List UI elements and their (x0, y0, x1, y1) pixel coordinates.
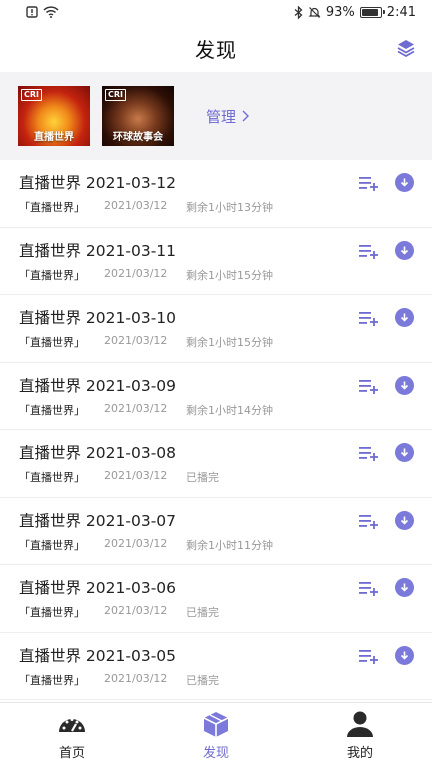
episode-meta: 「直播世界」 2021/03/12 已播完 (19, 469, 219, 485)
episode-source: 「直播世界」 (19, 606, 85, 619)
layers-icon[interactable] (396, 38, 416, 58)
tab-mine[interactable]: 我的 (288, 703, 432, 768)
manage-label: 管理 (206, 107, 237, 126)
notification-alert-icon (26, 6, 38, 18)
subscription-thumb-live-world[interactable]: CRI 直播世界 (18, 86, 90, 146)
episode-source: 「直播世界」 (19, 201, 85, 214)
download-icon[interactable] (395, 578, 414, 597)
subscription-strip: CRI 直播世界 CRI 环球故事会 管理 (0, 72, 432, 160)
add-to-playlist-icon[interactable] (359, 513, 379, 529)
tab-label: 首页 (58, 746, 85, 761)
add-to-playlist-icon[interactable] (359, 648, 379, 664)
person-icon (347, 711, 373, 737)
episode-date: 2021/03/12 (104, 266, 168, 280)
add-to-playlist-icon[interactable] (359, 175, 379, 191)
battery-fill (361, 8, 378, 16)
episode-source: 「直播世界」 (19, 336, 85, 349)
episode-meta: 「直播世界」 2021/03/12 已播完 (19, 604, 219, 620)
episode-title: 直播世界 2021-03-07 (19, 511, 177, 530)
episode-meta: 「直播世界」 2021/03/12 剩余1小时15分钟 (19, 334, 273, 350)
status-right: 93% 2:41 (294, 5, 416, 20)
episode-list: 直播世界 2021-03-12 「直播世界」 2021/03/12 剩余1小时13分… (0, 160, 432, 702)
list-item[interactable]: 直播世界 2021-03-12 「直播世界」 2021/03/12 剩余1小时13分… (0, 160, 432, 228)
list-item[interactable]: 直播世界 2021-03-05 「直播世界」 2021/03/12 已播完 (0, 633, 432, 700)
episode-meta: 「直播世界」 2021/03/12 剩余1小时13分钟 (19, 199, 273, 215)
add-to-playlist-icon[interactable] (359, 243, 379, 259)
episode-title: 直播世界 2021-03-10 (19, 309, 177, 327)
mute-bell-icon (308, 6, 321, 18)
status-bar: 93% 2:41 (0, 0, 432, 24)
list-item[interactable]: 直播世界 2021-03-11 「直播世界」 2021/03/12 剩余1小时15分… (0, 228, 432, 295)
episode-meta: 「直播世界」 2021/03/12 剩余1小时11分钟 (19, 537, 273, 553)
tab-label: 我的 (346, 746, 373, 761)
episode-status: 已播完 (186, 673, 219, 687)
episode-source: 「直播世界」 (19, 471, 85, 484)
episode-meta: 「直播世界」 2021/03/12 已播完 (19, 672, 219, 688)
episode-title: 直播世界 2021-03-06 (19, 579, 177, 597)
cri-logo: CRI (21, 89, 43, 101)
wifi-icon (43, 6, 59, 18)
list-item[interactable]: 直播世界 2021-03-10 「直播世界」 2021/03/12 剩余1小时15分… (0, 295, 432, 363)
download-icon[interactable] (395, 645, 414, 665)
manage-link[interactable]: 管理 (206, 106, 250, 127)
episode-date: 2021/03/12 (104, 469, 168, 482)
episode-title: 直播世界 2021-03-09 (19, 376, 177, 395)
list-item[interactable]: 直播世界 2021-03-08 「直播世界」 2021/03/12 已播完 (0, 430, 432, 498)
download-icon[interactable] (395, 173, 414, 192)
episode-status: 剩余1小时13分钟 (186, 201, 273, 214)
episode-title: 直播世界 2021-03-05 (19, 646, 177, 665)
cube-icon (203, 712, 229, 737)
download-icon[interactable] (395, 240, 414, 260)
add-to-playlist-icon[interactable] (359, 580, 379, 596)
bluetooth-icon (294, 5, 303, 19)
episode-source: 「直播世界」 (19, 268, 85, 282)
download-icon[interactable] (395, 510, 414, 530)
episode-date: 2021/03/12 (104, 536, 168, 550)
episode-title: 直播世界 2021-03-08 (19, 444, 177, 462)
list-item[interactable]: 直播世界 2021-03-06 「直播世界」 2021/03/12 已播完 (0, 565, 432, 633)
battery-icon (359, 6, 385, 18)
dashboard-icon (59, 718, 85, 732)
episode-title: 直播世界 2021-03-12 (19, 174, 177, 192)
add-to-playlist-icon[interactable] (359, 378, 379, 394)
tab-label: 发现 (202, 746, 229, 761)
cri-logo: CRI (105, 89, 127, 101)
episode-date: 2021/03/12 (104, 334, 168, 347)
bottom-tab-bar: 首页 发现 我的 (0, 702, 432, 768)
status-left (26, 6, 59, 18)
episode-date: 2021/03/12 (104, 671, 168, 685)
episode-title: 直播世界 2021-03-11 (19, 241, 177, 260)
episode-meta: 「直播世界」 2021/03/12 剩余1小时15分钟 (19, 267, 273, 283)
episode-source: 「直播世界」 (19, 673, 85, 687)
episode-source: 「直播世界」 (19, 403, 85, 417)
download-icon[interactable] (395, 375, 414, 395)
episode-status: 剩余1小时15分钟 (186, 268, 273, 282)
page-header: 发现 (0, 24, 432, 72)
clock: 2:41 (386, 4, 416, 20)
subscription-caption: 环球故事会 (113, 132, 163, 143)
episode-status: 剩余1小时14分钟 (186, 403, 273, 417)
episode-status: 剩余1小时15分钟 (186, 336, 273, 349)
episode-date: 2021/03/12 (104, 401, 168, 415)
episode-date: 2021/03/12 (104, 199, 168, 212)
episode-status: 已播完 (186, 471, 219, 484)
episode-status: 已播完 (186, 606, 219, 619)
download-icon[interactable] (395, 443, 414, 462)
tab-discover[interactable]: 发现 (144, 703, 288, 768)
add-to-playlist-icon[interactable] (359, 310, 379, 326)
episode-source: 「直播世界」 (19, 538, 85, 552)
add-to-playlist-icon[interactable] (359, 445, 379, 461)
subscription-caption: 直播世界 (34, 132, 74, 143)
list-item[interactable]: 直播世界 2021-03-09 「直播世界」 2021/03/12 剩余1小时14分… (0, 363, 432, 430)
episode-meta: 「直播世界」 2021/03/12 剩余1小时14分钟 (19, 402, 273, 418)
page-title: 发现 (195, 37, 237, 62)
battery-percent: 93% (325, 4, 355, 20)
episode-date: 2021/03/12 (104, 604, 168, 617)
subscription-thumb-story-club[interactable]: CRI 环球故事会 (102, 86, 174, 146)
download-icon[interactable] (395, 308, 414, 327)
chevron-right-icon (242, 110, 250, 122)
episode-status: 剩余1小时11分钟 (186, 538, 273, 552)
list-item[interactable]: 直播世界 2021-03-07 「直播世界」 2021/03/12 剩余1小时11分… (0, 498, 432, 565)
tab-home[interactable]: 首页 (0, 703, 144, 768)
